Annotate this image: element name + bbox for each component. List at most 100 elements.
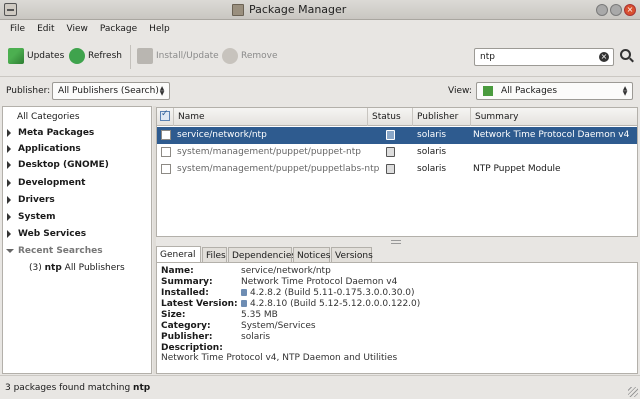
minimize-button[interactable] [596,4,608,16]
category-web-services[interactable]: Web Services [3,226,151,242]
recent-search-count: (3) [29,263,42,273]
detail-category-label: Category: [161,321,211,331]
resize-grip-icon[interactable] [628,387,638,397]
remove-icon [222,48,238,64]
recent-search-term: ntp [44,263,62,273]
expander-icon[interactable] [7,179,11,187]
expander-icon[interactable] [7,161,11,169]
expander-icon[interactable] [7,129,11,137]
category-applications[interactable]: Applications [3,141,151,157]
package-icon [241,300,247,307]
installed-version-text: 4.2.8.2 (Build 5.11-0.175.3.0.0.30.0) [250,288,415,298]
packages-icon [483,86,493,96]
tab-files[interactable]: Files [202,247,227,263]
view-label: View: [448,86,472,96]
detail-size-value: 5.35 MB [241,310,278,320]
column-publisher[interactable]: Publisher [413,108,471,126]
column-status[interactable]: Status [368,108,413,126]
expander-icon[interactable] [7,213,11,221]
window-menu-icon[interactable] [4,3,17,16]
table-row[interactable]: service/network/ntp solaris Network Time… [157,127,637,144]
updates-button[interactable]: Updates [8,48,64,64]
menu-view[interactable]: View [61,24,94,34]
status-prefix: 3 packages found matching [5,383,131,393]
category-development[interactable]: Development [3,175,151,191]
menu-help[interactable]: Help [143,24,176,34]
refresh-label: Refresh [88,51,122,61]
table-row[interactable]: system/management/puppet/puppet-ntp sola… [157,144,637,161]
menu-package[interactable]: Package [94,24,143,34]
status-text: 3 packages found matching ntp [5,383,150,393]
select-all-checkbox[interactable] [160,109,170,121]
search-icon[interactable] [620,49,631,60]
expander-icon[interactable] [7,196,11,204]
package-publisher: solaris [417,147,447,157]
category-all[interactable]: All Categories [3,109,151,125]
category-system[interactable]: System [3,209,151,225]
detail-description-value: Network Time Protocol v4, NTP Daemon and… [161,353,398,363]
tab-general[interactable]: General [156,246,201,263]
category-desktop-gnome[interactable]: Desktop (GNOME) [3,157,151,173]
table-row[interactable]: system/management/puppet/puppetlabs-ntp … [157,161,637,178]
category-label: Drivers [18,195,55,205]
toolbar-separator [130,45,131,69]
category-meta-packages[interactable]: Meta Packages [3,125,151,141]
status-bar: 3 packages found matching ntp [0,375,640,399]
detail-installed-value: 4.2.8.2 (Build 5.11-0.175.3.0.0.30.0) [241,288,415,298]
recent-search-ntp[interactable]: (3) ntp All Publishers [3,260,151,276]
column-name[interactable]: Name [174,108,368,126]
category-label: Desktop (GNOME) [18,160,109,170]
tab-dependencies[interactable]: Dependencies [228,247,296,263]
details-panel: Name: service/network/ntp Summary: Netwo… [156,262,638,374]
chevron-updown-icon: ▲ ▼ [159,85,165,97]
install-update-button[interactable]: Install/Update [137,48,219,64]
remove-label: Remove [241,51,278,61]
tab-versions[interactable]: Versions [331,247,373,263]
package-publisher: solaris [417,130,447,140]
window-title: Package Manager [249,3,347,16]
view-select-value: All Packages [501,86,558,96]
detail-summary-value: Network Time Protocol Daemon v4 [241,277,398,287]
expander-icon[interactable] [7,145,11,153]
expander-icon[interactable] [6,249,14,253]
status-term: ntp [133,383,151,393]
publisher-select[interactable]: All Publishers (Search) ▲ ▼ [52,82,170,100]
view-select[interactable]: All Packages ▲ ▼ [476,82,633,100]
toolbar: Updates Refresh Install/Update Remove nt… [0,37,640,77]
category-tree: All Categories Meta Packages Application… [2,106,152,374]
package-table: Name Status Publisher Summary service/ne… [156,107,638,237]
installed-status-icon [386,130,395,140]
category-recent-searches[interactable]: Recent Searches [3,243,151,259]
close-button[interactable]: × [624,4,636,16]
row-checkbox[interactable] [161,164,171,174]
package-name: service/network/ntp [177,130,267,140]
not-installed-status-icon [386,147,395,157]
category-label: Applications [18,144,81,154]
refresh-button[interactable]: Refresh [69,48,122,64]
filter-bar: Publisher: All Publishers (Search) ▲ ▼ Vi… [0,78,640,104]
menu-edit[interactable]: Edit [31,24,60,34]
column-summary[interactable]: Summary [471,108,637,126]
category-label: All Categories [17,112,80,122]
menu-file[interactable]: File [4,24,31,34]
chevron-updown-icon: ▲ ▼ [622,85,628,97]
row-checkbox[interactable] [161,130,171,140]
detail-name-label: Name: [161,266,194,276]
row-checkbox[interactable] [161,147,171,157]
expander-icon[interactable] [7,230,11,238]
tab-notices[interactable]: Notices [293,247,330,263]
category-drivers[interactable]: Drivers [3,192,151,208]
package-icon [241,289,247,296]
clear-search-icon[interactable]: × [599,52,609,62]
details-splitter[interactable] [156,238,638,244]
detail-category-value: System/Services [241,321,316,331]
maximize-button[interactable] [610,4,622,16]
column-select-all[interactable] [157,108,174,126]
package-name: system/management/puppet/puppetlabs-ntp [177,164,380,174]
search-input[interactable]: ntp × [474,48,614,66]
remove-button[interactable]: Remove [222,48,278,64]
menu-bar: File Edit View Package Help [0,20,640,37]
package-summary: Network Time Protocol Daemon v4 [473,130,630,140]
title-bar: Package Manager × [0,0,640,20]
category-label: Development [18,178,86,188]
